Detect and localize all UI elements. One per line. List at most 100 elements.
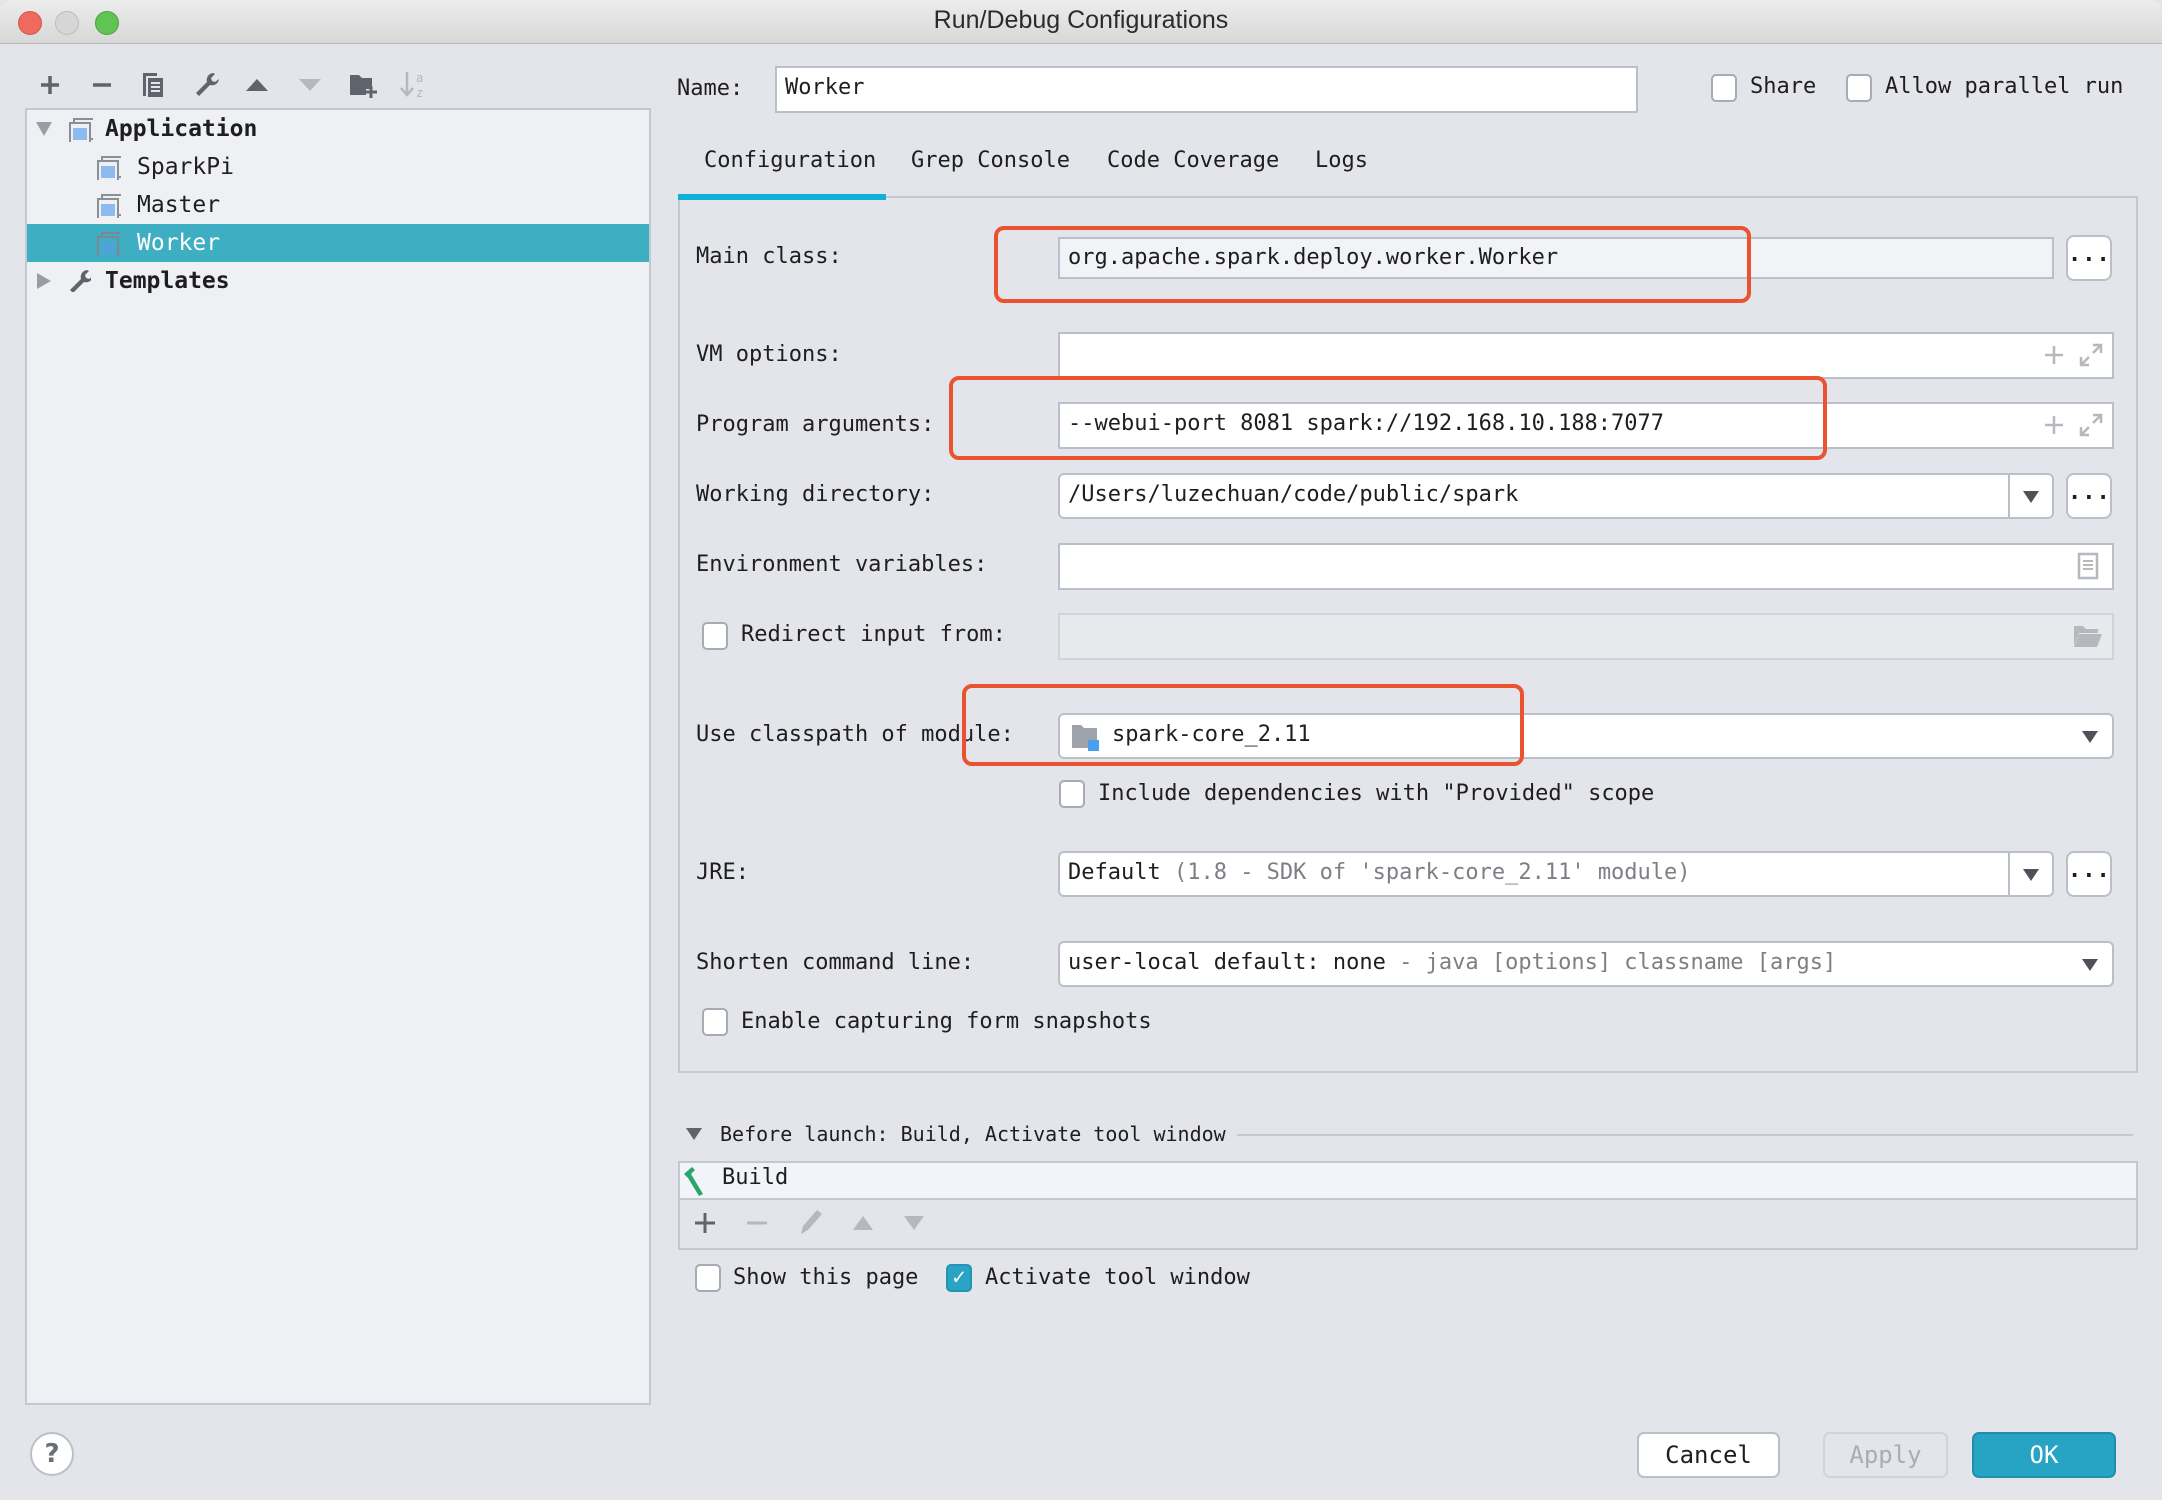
tree-item-master[interactable]: Master [27,186,649,224]
move-down-icon[interactable] [295,70,325,100]
expand-arrow-icon[interactable] [34,120,54,138]
share-checkbox[interactable] [1711,74,1737,102]
add-icon[interactable] [35,70,65,100]
add-icon[interactable] [2043,344,2065,366]
copy-icon[interactable] [138,70,168,100]
remove-task-icon[interactable] [746,1212,768,1234]
shorten-value: user-local default: none [1068,950,1386,975]
tree-node-templates[interactable]: Templates [27,262,649,300]
task-label: Build [722,1165,789,1190]
working-directory-label: Working directory: [696,482,935,507]
dropdown-arrow-icon[interactable] [2023,491,2039,503]
redirect-input-field [1058,613,2114,660]
jre-label: JRE: [696,860,749,885]
application-icon [69,118,93,142]
tab-logs[interactable]: Logs [1315,148,1368,173]
highlight-classpath-module [962,684,1524,766]
form-snapshots-checkbox[interactable] [702,1008,728,1036]
name-input[interactable]: Worker [775,66,1638,113]
application-icon [97,232,121,256]
dropdown-arrow-icon[interactable] [2082,731,2098,743]
tab-configuration[interactable]: Configuration [704,148,876,173]
svg-text:z: z [416,86,423,100]
environment-variables-input[interactable] [1058,543,2114,590]
shorten-command-line-combo[interactable]: user-local default: none - java [options… [1058,941,2114,987]
dropdown-arrow-icon[interactable] [2082,959,2098,971]
jre-hint: (1.8 - SDK of 'spark-core_2.11' module) [1173,860,1691,885]
separator [1237,1134,2133,1136]
apply-button[interactable]: Apply [1823,1432,1948,1478]
cancel-button[interactable]: Cancel [1637,1432,1780,1478]
redirect-input-label: Redirect input from: [741,622,1006,647]
jre-combo[interactable]: Default (1.8 - SDK of 'spark-core_2.11' … [1058,851,2054,897]
shorten-hint: - java [options] classname [args] [1399,950,1837,975]
before-launch-title: Before launch: Build, Activate tool wind… [720,1122,1226,1146]
collapse-arrow-icon[interactable] [684,1126,704,1142]
edit-task-icon[interactable] [797,1208,823,1236]
dropdown-arrow-icon[interactable] [2023,869,2039,881]
allow-parallel-run-checkbox[interactable] [1846,74,1872,102]
combo-divider [2008,475,2010,517]
highlight-program-arguments [949,376,1827,460]
redirect-input-checkbox[interactable] [702,622,728,650]
expand-icon[interactable] [2078,412,2104,438]
add-icon[interactable] [2043,414,2065,436]
document-icon[interactable] [2077,552,2099,580]
working-directory-browse-button[interactable]: ... [2066,473,2112,519]
collapse-arrow-icon[interactable] [35,271,53,291]
tab-code-coverage[interactable]: Code Coverage [1107,148,1279,173]
tree-label-master: Master [137,192,221,218]
new-folder-icon[interactable] [348,70,378,100]
wrench-icon [70,270,91,292]
shorten-command-line-label: Shorten command line: [696,950,975,975]
working-directory-combo[interactable]: /Users/luzechuan/code/public/spark [1058,473,2054,519]
include-provided-label: Include dependencies with "Provided" sco… [1098,781,1655,806]
tree-label-worker: Worker [137,230,221,256]
ok-button[interactable]: OK [1972,1432,2116,1478]
tree-label-sparkpi: SparkPi [137,154,234,180]
tab-grep-console[interactable]: Grep Console [911,148,1070,173]
vm-options-input[interactable] [1058,332,2114,379]
jre-value: Default [1068,860,1161,885]
add-task-icon[interactable] [694,1212,716,1234]
configuration-tree[interactable]: Application SparkPi Master Worker Templa… [25,108,651,1405]
wrench-icon[interactable] [192,70,222,100]
share-label: Share [1750,74,1817,99]
form-snapshots-label: Enable capturing form snapshots [741,1009,1152,1034]
window-title: Run/Debug Configurations [933,6,1229,34]
tree-label-application: Application [105,116,258,142]
move-task-up-icon[interactable] [851,1214,875,1232]
environment-variables-label: Environment variables: [696,552,988,577]
before-launch-task-build[interactable]: Build [680,1163,2136,1200]
main-class-browse-button[interactable]: ... [2066,235,2112,281]
activate-tool-window-checkbox[interactable]: ✓ [946,1264,972,1292]
application-icon [97,194,121,218]
combo-divider [2008,853,2010,895]
move-task-down-icon[interactable] [902,1214,926,1232]
include-provided-checkbox[interactable] [1059,780,1085,808]
tree-item-sparkpi[interactable]: SparkPi [27,148,649,186]
tree-node-application[interactable]: Application [27,110,649,148]
show-this-page-checkbox[interactable] [695,1264,721,1292]
move-up-icon[interactable] [242,70,272,100]
help-button[interactable]: ? [30,1432,74,1476]
expand-icon[interactable] [2078,342,2104,368]
name-label: Name: [677,76,744,101]
tree-label-templates: Templates [105,268,230,294]
application-icon [97,156,121,180]
active-tab-indicator [678,194,886,200]
tree-item-worker[interactable]: Worker [27,224,649,262]
highlight-main-class [994,226,1751,303]
main-class-label: Main class: [696,244,842,269]
show-this-page-label: Show this page [733,1265,919,1290]
allow-parallel-run-label: Allow parallel run [1885,74,2124,99]
svg-text:a: a [416,71,423,85]
build-hammer-icon [684,1167,703,1196]
jre-browse-button[interactable]: ... [2066,851,2112,897]
activate-tool-window-label: Activate tool window [985,1265,1250,1290]
remove-icon[interactable] [87,70,117,100]
vm-options-label: VM options: [696,342,842,367]
folder-icon[interactable] [2072,622,2104,650]
program-arguments-label: Program arguments: [696,412,935,437]
sort-icon[interactable]: az [398,70,428,100]
